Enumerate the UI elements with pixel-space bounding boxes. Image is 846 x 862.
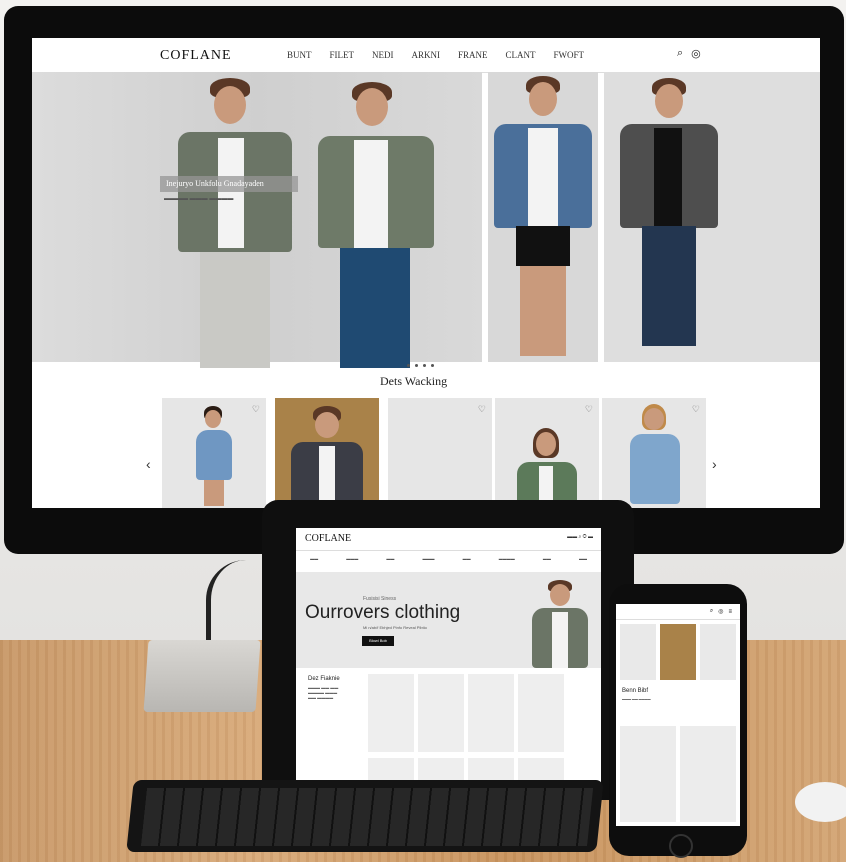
hero-main-image: Inejuryo Unkfolu Gnadayaden ▬▬▬▬ ▬▬▬ ▬▬▬… bbox=[32, 72, 482, 368]
section-title: Dets Wacking bbox=[380, 374, 448, 388]
mouse bbox=[795, 782, 846, 822]
tablet-menu-item[interactable]: ▬▬ bbox=[386, 556, 394, 568]
heart-icon[interactable]: ♡ bbox=[585, 404, 593, 415]
phone-section-text: ▬▬▬ ▬▬ ▬▬▬▬ bbox=[622, 697, 651, 701]
product-thumb[interactable]: ♡ bbox=[495, 398, 599, 508]
desktop-menu: BUNT FILET NEDI ARKNI FRANE CLANT FWOFT bbox=[287, 50, 584, 60]
hero-banner: Inejuryo Unkfolu Gnadayaden ▬▬▬▬ ▬▬▬ ▬▬▬… bbox=[32, 72, 820, 368]
phone-product-card[interactable] bbox=[620, 726, 676, 822]
menu-item[interactable]: NEDI bbox=[372, 50, 394, 60]
menu-item[interactable]: ARKNI bbox=[412, 50, 441, 60]
search-icon[interactable]: ⌕ bbox=[710, 608, 713, 615]
menu-item[interactable]: FRANE bbox=[458, 50, 488, 60]
monitor-stand-base bbox=[143, 640, 261, 712]
model-figure bbox=[626, 404, 686, 508]
phone-product-card[interactable] bbox=[700, 624, 736, 680]
phone-screen: ⌕ ◎ ≡ Benn Bibf ▬▬▬ ▬▬ ▬▬▬▬ bbox=[616, 604, 740, 826]
model-figure bbox=[172, 78, 302, 368]
phone-home-button[interactable] bbox=[669, 834, 693, 858]
model-figure bbox=[192, 406, 236, 506]
tablet-menu: ▬▬ ▬▬▬ ▬▬ ▬▬▬ ▬▬ ▬▬▬▬ ▬▬ ▬▬ bbox=[296, 556, 601, 568]
tablet-product-card[interactable] bbox=[518, 674, 564, 752]
phone-product-card[interactable] bbox=[680, 726, 736, 822]
menu-item[interactable]: BUNT bbox=[287, 50, 312, 60]
menu-icon[interactable]: ≡ bbox=[728, 609, 732, 615]
next-arrow-icon[interactable]: › bbox=[712, 456, 717, 472]
bag-icon[interactable]: ◎ bbox=[718, 608, 723, 615]
tablet-cta-button[interactable]: Blowl Bob bbox=[362, 636, 394, 646]
tablet-menu-item[interactable]: ▬▬ bbox=[463, 556, 471, 568]
model-figure bbox=[530, 580, 590, 668]
carousel-dots[interactable] bbox=[407, 364, 434, 367]
tablet-product-card[interactable] bbox=[418, 674, 464, 752]
product-thumb[interactable]: ♡ bbox=[602, 398, 706, 508]
menu-item[interactable]: FILET bbox=[330, 50, 355, 60]
menu-item[interactable]: FWOFT bbox=[554, 50, 585, 60]
phone-section-title: Benn Bibf bbox=[622, 688, 649, 694]
phone-product-card[interactable] bbox=[620, 624, 656, 680]
tablet-logo[interactable]: COFLANE bbox=[305, 533, 351, 544]
hero-overlay-line: ▬▬▬▬ ▬▬▬ ▬▬▬▬ bbox=[164, 196, 234, 202]
tablet-product-card[interactable] bbox=[468, 674, 514, 752]
model-figure bbox=[289, 406, 365, 506]
phone-navbar: ⌕ ◎ ≡ bbox=[616, 604, 740, 620]
model-figure bbox=[515, 428, 579, 508]
hero-side-image bbox=[604, 72, 820, 362]
bag-icon[interactable]: ◎ bbox=[691, 47, 701, 60]
tablet-menu-item[interactable]: ▬▬▬ bbox=[422, 556, 434, 568]
model-figure bbox=[492, 76, 596, 362]
tablet-menu-item[interactable]: ▬▬▬▬ bbox=[499, 556, 515, 568]
tablet-menu-item[interactable]: ▬▬ bbox=[579, 556, 587, 568]
heart-icon[interactable]: ♡ bbox=[478, 404, 486, 415]
model-figure bbox=[616, 76, 726, 362]
tablet-section-title: Dez Fiaknie bbox=[308, 676, 340, 682]
model-figure bbox=[314, 78, 444, 368]
tablet-menu-item[interactable]: ▬▬ bbox=[543, 556, 551, 568]
tablet-headline: Ourrovers clothing bbox=[305, 602, 461, 623]
tablet-navbar: COFLANE ▬▬ ⌕ ◎ ▬ bbox=[296, 528, 601, 551]
search-icon[interactable]: ⌕ bbox=[677, 47, 683, 60]
hero-side-image bbox=[488, 72, 598, 362]
desktop-screen: COFLANE BUNT FILET NEDI ARKNI FRANE CLAN… bbox=[32, 38, 820, 508]
tablet-menu-item[interactable]: ▬▬▬ bbox=[346, 556, 358, 568]
product-thumb[interactable]: ♡ bbox=[388, 398, 492, 508]
heart-icon[interactable]: ♡ bbox=[692, 404, 700, 415]
product-thumb[interactable] bbox=[275, 398, 379, 508]
heart-icon[interactable]: ♡ bbox=[252, 404, 260, 415]
tablet-nav-icons[interactable]: ▬▬ ⌕ ◎ ▬ bbox=[567, 534, 593, 540]
tablet-menu-item[interactable]: ▬▬ bbox=[310, 556, 318, 568]
desktop-navbar: COFLANE BUNT FILET NEDI ARKNI FRANE CLAN… bbox=[32, 38, 820, 73]
menu-item[interactable]: CLANT bbox=[506, 50, 536, 60]
hero-overlay-caption: Inejuryo Unkfolu Gnadayaden bbox=[160, 176, 298, 192]
tablet-product-card[interactable] bbox=[368, 674, 414, 752]
desktop-logo[interactable]: COFLANE bbox=[160, 48, 232, 64]
tablet-section-text: ▬▬▬ ▬▬ ▬▬ ▬▬▬▬ ▬▬▬ ▬▬ ▬▬▬▬ bbox=[308, 685, 339, 700]
desktop-nav-icons: ⌕ ◎ bbox=[677, 47, 701, 60]
keyboard-keys bbox=[140, 788, 594, 846]
tablet-hero-sub: Mi n/ab/f Ebhjed Pinfo Reveal Plbtio bbox=[363, 625, 427, 630]
product-thumb[interactable]: ♡ bbox=[162, 398, 266, 508]
tablet-screen: COFLANE ▬▬ ⌕ ◎ ▬ ▬▬ ▬▬▬ ▬▬ ▬▬▬ ▬▬ ▬▬▬▬ ▬▬ ▬▬ Fu… bbox=[296, 528, 601, 790]
prev-arrow-icon[interactable]: ‹ bbox=[146, 456, 151, 472]
phone-product-card[interactable] bbox=[660, 624, 696, 680]
